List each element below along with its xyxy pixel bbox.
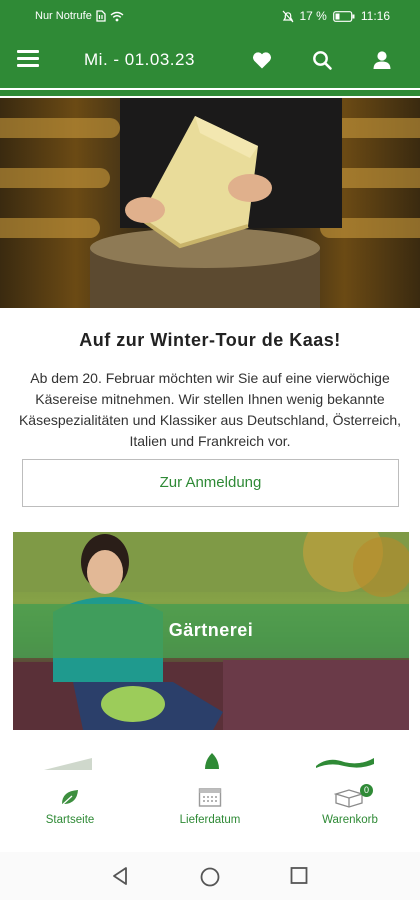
nav-label-lieferdatum: Lieferdatum	[179, 814, 241, 826]
system-navigation-bar	[0, 852, 420, 900]
heart-icon[interactable]	[250, 48, 274, 72]
user-icon[interactable]	[370, 48, 394, 72]
bottom-navigation: Startseite Lieferdatum 0 Warenkorb	[0, 752, 420, 842]
nav-label-warenkorb: Warenkorb	[322, 814, 378, 826]
battery-percent: 17 %	[299, 9, 327, 23]
leaf-icon	[60, 790, 78, 807]
app-screen: Nur Notrufe 17 % 11:16 Mi. - 01.03.23 Au…	[0, 0, 420, 900]
hero-cheese-image[interactable]	[0, 98, 420, 308]
search-icon[interactable]	[310, 48, 334, 72]
status-left: Nur Notrufe	[35, 10, 124, 22]
recents-icon[interactable]	[290, 866, 308, 886]
tree-decoration-icon	[205, 753, 219, 769]
hill-decoration-icon	[44, 758, 92, 770]
nav-item-warenkorb[interactable]: 0 Warenkorb	[280, 752, 420, 842]
nav-item-startseite[interactable]: Startseite	[0, 752, 140, 842]
register-button[interactable]: Zur Anmeldung	[22, 459, 399, 507]
carrier-text: Nur Notrufe	[35, 10, 92, 22]
calendar-icon	[198, 788, 222, 807]
promo-description: Ab dem 20. Februar möchten wir Sie auf e…	[18, 370, 402, 449]
cart-badge: 0	[360, 784, 373, 797]
status-right: 17 % 11:16	[282, 9, 390, 23]
promo-title: Auf zur Winter-Tour de Kaas!	[79, 330, 341, 350]
back-icon[interactable]	[111, 866, 129, 886]
hamburger-menu-icon[interactable]	[17, 50, 39, 70]
app-bar-divider	[0, 90, 420, 96]
top-app-bar: Mi. - 01.03.23	[0, 34, 420, 88]
cart-badge-count: 0	[363, 785, 369, 795]
category-banner-gaertnerei[interactable]: Gärtnerei	[13, 532, 409, 730]
clock: 11:16	[360, 9, 390, 23]
home-icon[interactable]	[199, 866, 221, 888]
delivery-date-title[interactable]: Mi. - 01.03.23	[84, 50, 195, 70]
mute-bell-icon	[282, 10, 293, 22]
status-bar: Nur Notrufe 17 % 11:16	[0, 0, 420, 34]
wave-decoration-icon	[316, 758, 374, 768]
nav-label-startseite: Startseite	[45, 814, 95, 826]
nav-item-lieferdatum[interactable]: Lieferdatum	[140, 752, 280, 842]
sim-icon	[96, 10, 106, 22]
battery-icon	[332, 10, 355, 22]
cheese-photo-illustration	[90, 98, 342, 308]
wifi-icon	[110, 11, 124, 21]
category-label: Gärtnerei	[168, 620, 254, 640]
